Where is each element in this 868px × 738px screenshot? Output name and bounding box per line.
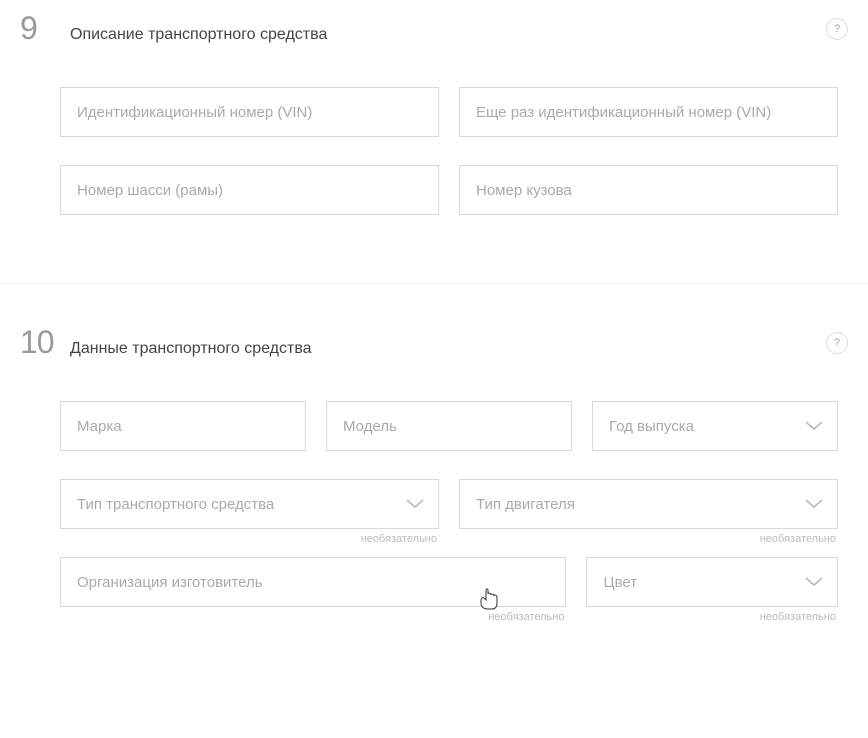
fields-container [20,87,848,215]
optional-hint: необязательно [361,533,437,545]
row [60,87,838,137]
section-9-vehicle-description: 9 Описание транспортного средства ? [0,0,868,283]
optional-hint: необязательно [760,611,836,623]
manufacturer-input[interactable] [60,557,566,607]
chassis-input[interactable] [60,165,439,215]
help-button[interactable]: ? [826,332,848,354]
engine-type-select[interactable]: Тип двигателя [459,479,838,529]
section-number: 9 [20,10,60,47]
section-10-vehicle-data: 10 Данные транспортного средства ? Год в… [0,284,868,675]
model-input[interactable] [326,401,572,451]
color-select[interactable]: Цвет [586,557,838,607]
field-wrap-engine-type: Тип двигателя необязательно [459,479,838,529]
row: Тип транспортного средства необязательно… [60,479,838,529]
field-wrap-vin [60,87,439,137]
help-button[interactable]: ? [826,18,848,40]
section-title: Данные транспортного средства [70,340,312,358]
field-wrap-model [326,401,572,451]
vehicle-type-select[interactable]: Тип транспортного средства [60,479,439,529]
section-header: 10 Данные транспортного средства ? [20,324,848,361]
chevron-down-icon [805,421,823,431]
field-wrap-body [459,165,838,215]
body-input[interactable] [459,165,838,215]
chevron-down-icon [406,499,424,509]
section-header: 9 Описание транспортного средства ? [20,10,848,47]
section-title: Описание транспортного средства [70,26,327,44]
field-wrap-chassis [60,165,439,215]
vin-repeat-input[interactable] [459,87,838,137]
row: необязательно Цвет необязательно [60,557,838,607]
color-label: Цвет [603,574,637,591]
optional-hint: необязательно [488,611,564,623]
field-wrap-vehicle-type: Тип транспортного средства необязательно [60,479,439,529]
year-select[interactable]: Год выпуска [592,401,838,451]
section-number: 10 [20,324,60,361]
engine-type-label: Тип двигателя [476,496,575,513]
year-label: Год выпуска [609,418,694,435]
field-wrap-color: Цвет необязательно [586,557,838,607]
chevron-down-icon [805,499,823,509]
row [60,165,838,215]
optional-hint: необязательно [760,533,836,545]
chevron-down-icon [805,577,823,587]
field-wrap-manufacturer: необязательно [60,557,566,607]
brand-input[interactable] [60,401,306,451]
row: Год выпуска [60,401,838,451]
fields-container: Год выпуска Тип транспортного средства н… [20,401,848,607]
field-wrap-year: Год выпуска [592,401,838,451]
vin-input[interactable] [60,87,439,137]
vehicle-type-label: Тип транспортного средства [77,496,274,513]
field-wrap-brand [60,401,306,451]
field-wrap-vin-repeat [459,87,838,137]
